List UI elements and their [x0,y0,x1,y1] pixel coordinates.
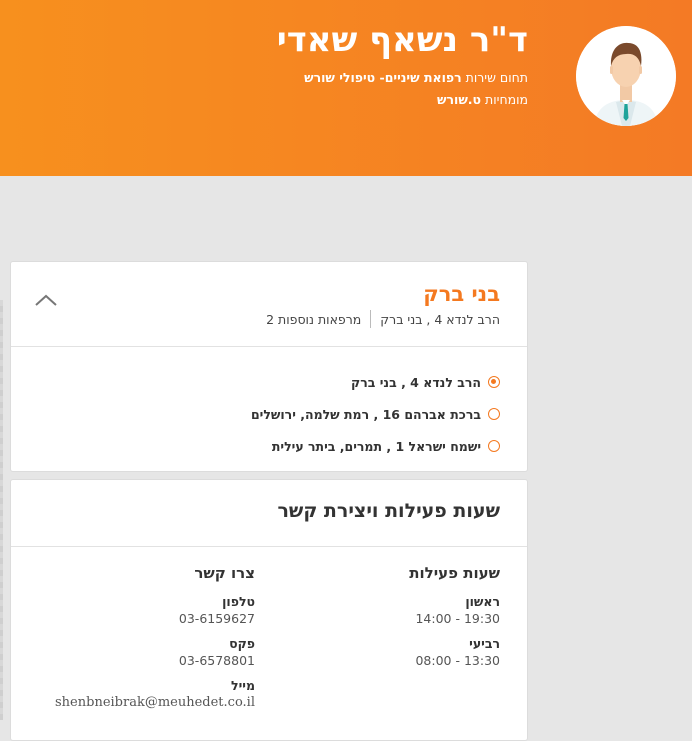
expertise-label: מומחיות [485,92,528,107]
day-hours: 14:00 - 19:30 [415,611,500,626]
collapse-button[interactable] [33,290,59,310]
contact-column: צרו קשר טלפון 03-6159627 פקס 03-6578801 … [35,564,255,720]
hours-title: שעות פעילות [409,564,500,582]
branch-title: בני ברק [423,282,500,306]
radio-icon[interactable] [488,440,500,452]
left-edge-strip [0,300,3,720]
address-option-label: ברכת אברהם 16 , רמת שלמה, ירושלים [250,406,481,422]
divider [11,546,527,547]
address-option-label: הרב לנדא 4 , בני ברק [351,374,481,390]
mail-link[interactable]: shenbneibrak@meuhedet.co.il [35,695,255,710]
hours-column: שעות פעילות ראשון 14:00 - 19:30 רביעי 08… [360,564,500,678]
chevron-up-icon [35,294,57,306]
doctor-name: ד"ר נשאף שאדי [276,20,528,60]
branch-card: בני ברק הרב לנדא 4 , בני ברק מרפאות נוספ… [10,261,528,472]
doctor-avatar-icon [576,26,676,126]
address-option[interactable]: הרב לנדא 4 , בני ברק [251,366,500,398]
day-label: רביעי [469,636,500,651]
branch-address: הרב לנדא 4 , בני ברק [380,311,500,327]
radio-icon[interactable] [488,408,500,420]
doctor-avatar [576,26,676,126]
contact-title: צרו קשר [194,564,255,582]
mail-label: מייל [231,678,255,693]
service-field: תחום שירות רפואת שיניים- טיפולי שורש [304,70,528,85]
day-label: ראשון [465,594,500,609]
address-list: הרב לנדא 4 , בני ברק ברכת אברהם 16 , רמת… [251,366,500,462]
expertise: מומחיות ט.שורש [437,92,528,107]
expertise-value: ט.שורש [437,92,482,107]
address-option[interactable]: ישמח ישראל 1 , תמרים, ביתר עילית [251,430,500,462]
branch-subtitle: הרב לנדא 4 , בני ברק מרפאות נוספות 2 [266,310,500,328]
separator [370,310,372,328]
more-clinics-link[interactable]: מרפאות נוספות 2 [266,312,361,327]
service-field-label: תחום שירות [465,70,528,85]
fax-number: 03-6578801 [178,653,255,668]
address-option-label: ישמח ישראל 1 , תמרים, ביתר עילית [271,438,481,454]
phone-number[interactable]: 03-6159627 [35,611,255,626]
hours-contact-title: שעות פעילות ויצירת קשר [277,500,500,522]
phone-label: טלפון [222,594,255,609]
hours-contact-card: שעות פעילות ויצירת קשר שעות פעילות ראשון… [10,479,528,741]
day-hours: 08:00 - 13:30 [415,653,500,668]
fax-label: פקס [229,636,255,651]
radio-selected-icon[interactable] [488,376,500,388]
divider [11,346,527,347]
service-field-value: רפואת שיניים- טיפולי שורש [304,70,462,85]
doctor-header: ד"ר נשאף שאדי תחום שירות רפואת שיניים- ט… [0,0,692,176]
address-option[interactable]: ברכת אברהם 16 , רמת שלמה, ירושלים [251,398,500,430]
